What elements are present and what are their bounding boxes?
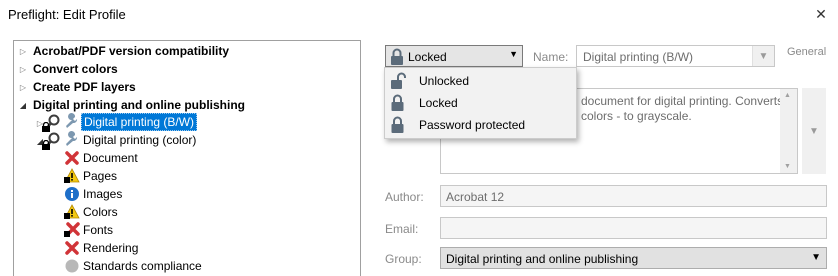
- warning-lock-icon: [64, 168, 80, 183]
- chevron-down-icon: ▼: [811, 252, 821, 263]
- tree-item-label: Colors: [83, 205, 118, 219]
- red-x-icon: [65, 241, 79, 255]
- chevron-down-icon[interactable]: ▼: [752, 46, 774, 66]
- lock-status-menu: Unlocked Locked Password protected: [384, 67, 577, 139]
- warning-lock-icon: [64, 204, 80, 219]
- close-button[interactable]: ✕: [810, 3, 832, 25]
- tree-item-acrobat-pdf[interactable]: Acrobat/PDF version compatibility: [33, 42, 229, 60]
- name-label: Name:: [533, 50, 569, 64]
- tree-item-fonts[interactable]: Fonts: [83, 221, 113, 239]
- lock-status-value: Locked: [408, 50, 447, 64]
- unlock-icon: [391, 72, 406, 89]
- tree-item-label: Pages: [83, 169, 118, 183]
- lock-icon: [391, 48, 403, 65]
- general-label: General: [787, 46, 827, 58]
- chevron-down-icon: ▼: [809, 125, 819, 137]
- tree-item-digital-printing[interactable]: Digital printing and online publishing: [33, 96, 245, 114]
- window-title: Preflight: Edit Profile: [8, 7, 126, 22]
- tree-item-label: Rendering: [83, 241, 139, 255]
- tree-item-label: Images: [83, 187, 123, 201]
- name-value: Digital printing (B/W): [583, 50, 694, 64]
- info-icon: [65, 187, 79, 201]
- red-x-icon: [65, 151, 79, 165]
- title-bar: Preflight: Edit Profile ✕: [0, 0, 838, 30]
- tree-item-create-pdf-layers[interactable]: Create PDF layers: [33, 78, 136, 96]
- group-value: Digital printing and online publishing: [446, 252, 639, 266]
- wrench-icon: [66, 113, 78, 128]
- scroll-down-icon[interactable]: ▼: [784, 163, 791, 170]
- gray-circle-icon: [65, 259, 79, 273]
- lock-icon: [42, 140, 50, 150]
- author-value: Acrobat 12: [446, 190, 505, 204]
- tree-item-label: Document: [83, 151, 138, 165]
- lock-icon: [391, 94, 404, 111]
- tree-item-images[interactable]: Images: [83, 185, 122, 203]
- tree-item-pages[interactable]: Pages: [83, 167, 117, 185]
- tree-item-digital-printing-color[interactable]: Digital printing (color): [83, 131, 196, 149]
- close-icon: ✕: [815, 5, 827, 22]
- author-label: Author:: [385, 190, 424, 204]
- expand-arrow-icon[interactable]: ▷: [18, 82, 28, 92]
- tree-item-document[interactable]: Document: [83, 149, 138, 167]
- red-x-lock-icon: [64, 222, 80, 237]
- group-dropdown[interactable]: Digital printing and online publishing ▼: [440, 247, 827, 269]
- expand-arrow-icon[interactable]: ▷: [18, 64, 28, 74]
- menu-item-label: Unlocked: [419, 74, 470, 88]
- description-dropdown-button[interactable]: ▼: [802, 88, 826, 174]
- tree-item-label: Digital printing (color): [83, 133, 197, 147]
- menu-item-label: Password protected: [419, 118, 526, 132]
- expand-arrow-icon[interactable]: ▷: [18, 46, 28, 56]
- tree-item-label: Fonts: [83, 223, 114, 237]
- lock-icon: [391, 116, 404, 133]
- email-field[interactable]: [440, 217, 827, 239]
- tree-item-label: Digital printing (B/W): [84, 115, 195, 129]
- scroll-up-icon[interactable]: ▲: [784, 92, 791, 99]
- name-field[interactable]: Digital printing (B/W) ▼: [576, 45, 775, 67]
- wrench-icon: [66, 131, 78, 146]
- email-label: Email:: [385, 222, 419, 236]
- menu-item-unlocked[interactable]: Unlocked: [385, 70, 576, 92]
- menu-item-password-protected[interactable]: Password protected: [385, 114, 576, 136]
- tree-item-label: Digital printing and online publishing: [33, 98, 245, 112]
- profile-tree[interactable]: Acrobat/PDF version compatibility ▷ Conv…: [13, 40, 361, 276]
- menu-item-label: Locked: [419, 96, 458, 110]
- lock-status-dropdown[interactable]: Locked ▼: [385, 45, 523, 67]
- tree-item-standards-compliance[interactable]: Standards compliance: [83, 257, 202, 275]
- tree-item-label: Convert colors: [33, 62, 118, 76]
- tree-item-label: Acrobat/PDF version compatibility: [33, 44, 230, 58]
- tree-item-label: Create PDF layers: [33, 80, 136, 94]
- description-text: document for digital printing. Converts …: [581, 94, 784, 123]
- tree-item-label: Standards compliance: [83, 259, 202, 273]
- menu-item-locked[interactable]: Locked: [385, 92, 576, 114]
- chevron-down-icon: ▼: [509, 49, 518, 59]
- lock-icon: [42, 122, 50, 132]
- author-field[interactable]: Acrobat 12: [440, 185, 827, 207]
- tree-item-convert-colors[interactable]: Convert colors: [33, 60, 118, 78]
- group-label: Group:: [385, 252, 422, 266]
- collapse-arrow-icon[interactable]: ◢: [18, 100, 28, 110]
- tree-item-rendering[interactable]: Rendering: [83, 239, 138, 257]
- tree-item-colors[interactable]: Colors: [83, 203, 118, 221]
- tree-item-digital-printing-bw[interactable]: Digital printing (B/W): [81, 113, 198, 131]
- description-scrollbar[interactable]: ▲ ▼: [780, 89, 797, 173]
